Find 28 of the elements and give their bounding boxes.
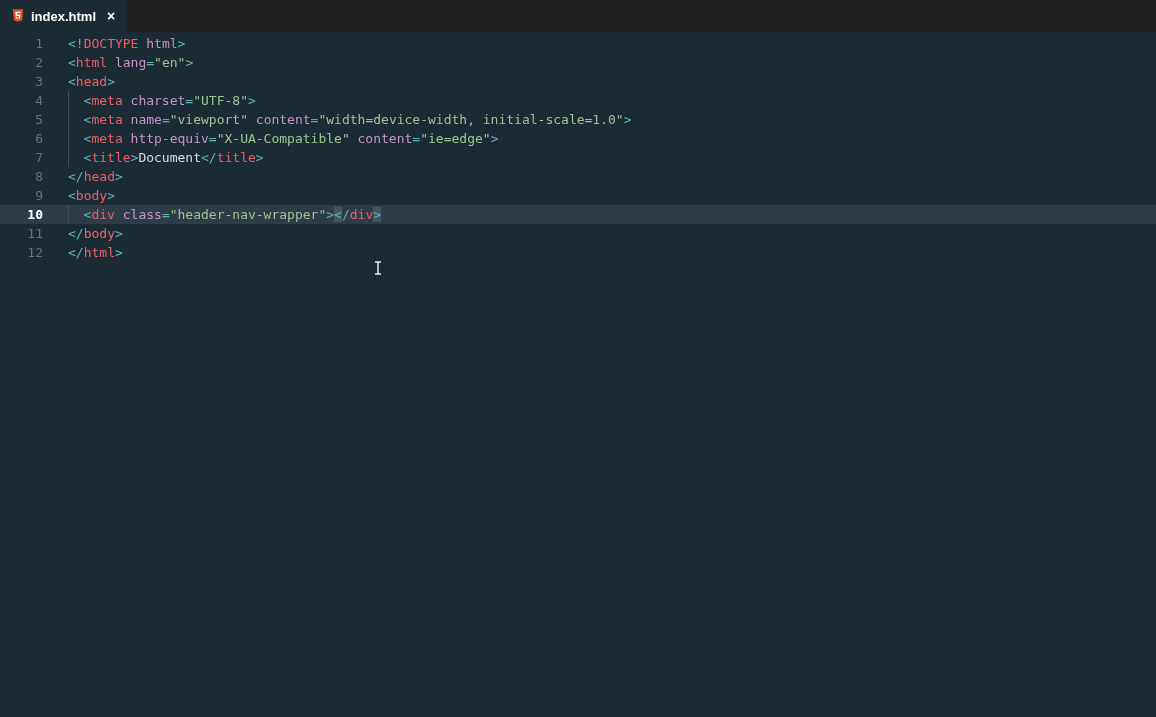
code-line: <meta name="viewport" content="width=device-width, initial-scale=1.0"> [83, 112, 632, 127]
line-number: 1 [34, 36, 43, 51]
code-line: </head> [68, 169, 123, 184]
line-number: 9 [34, 188, 43, 203]
line-number: 7 [34, 150, 43, 165]
line-number: 12 [26, 245, 43, 260]
code-line: <meta http-equiv="X-UA-Compatible" content="ie=edge"> [83, 131, 499, 146]
code-line: <div class="header-nav-wrapper"></div> [83, 207, 382, 222]
line-number: 8 [34, 169, 43, 184]
code-line: <html lang="en"> [68, 55, 194, 70]
text-cursor-icon [374, 261, 382, 275]
code-line: <meta charset="UTF-8"> [83, 93, 256, 108]
line-number: 4 [34, 93, 43, 108]
line-number: 11 [26, 226, 43, 241]
file-tab[interactable]: index.html × [0, 0, 128, 32]
line-number: 5 [34, 112, 43, 127]
close-button[interactable]: × [107, 8, 116, 24]
line-number: 3 [34, 74, 43, 89]
code-line: <body> [68, 188, 115, 203]
line-number: 2 [34, 55, 43, 70]
code-line: </html> [68, 245, 123, 260]
line-number: 10 [26, 207, 43, 222]
code-line: </body> [68, 226, 123, 241]
html5-icon [12, 9, 24, 23]
code-line: <title>Document</title> [83, 150, 264, 165]
code-line: <head> [68, 74, 115, 89]
line-number: 6 [34, 131, 43, 146]
code-line: <!DOCTYPE html> [68, 36, 186, 51]
